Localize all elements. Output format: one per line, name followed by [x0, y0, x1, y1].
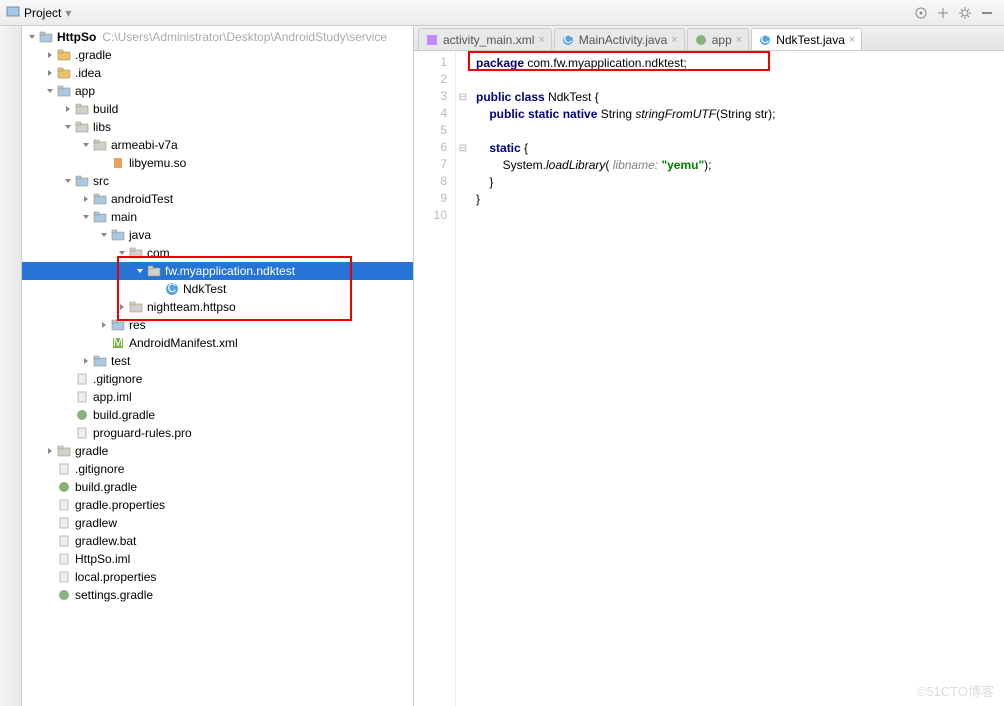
tab-label: NdkTest.java — [776, 33, 845, 47]
editor-tabs: activity_main.xml×CMainActivity.java×app… — [414, 26, 1004, 51]
tree-item[interactable]: .gradle — [22, 46, 413, 64]
fold-column: ⊟⊟ — [456, 51, 470, 706]
editor-tab[interactable]: C MainActivity.java × — [554, 28, 685, 50]
tree-item[interactable]: build.gradle — [22, 406, 413, 424]
tree-item[interactable]: main — [22, 208, 413, 226]
editor-tab[interactable]: app × — [687, 28, 749, 50]
close-icon[interactable]: × — [671, 34, 677, 46]
svg-text:C: C — [563, 34, 572, 46]
tree-item[interactable]: gradlew — [22, 514, 413, 532]
tree-item[interactable]: .gitignore — [22, 460, 413, 478]
dropdown-icon: ▾ — [65, 6, 71, 20]
project-icon — [6, 4, 20, 21]
tree-item[interactable]: fw.myapplication.ndktest — [22, 262, 413, 280]
tree-item[interactable]: CNdkTest — [22, 280, 413, 298]
tab-label: activity_main.xml — [443, 33, 534, 47]
xml-icon — [425, 33, 439, 47]
hide-icon[interactable] — [976, 2, 998, 24]
tree-item[interactable]: res — [22, 316, 413, 334]
svg-text:M: M — [113, 336, 123, 349]
project-toolbar: Project ▾ — [0, 0, 1004, 26]
tree-item[interactable]: build.gradle — [22, 478, 413, 496]
tree-item[interactable]: app — [22, 82, 413, 100]
tab-label: MainActivity.java — [579, 33, 667, 47]
gradle-icon — [694, 33, 708, 47]
tree-item[interactable]: libs — [22, 118, 413, 136]
tree-root[interactable]: HttpSoC:\Users\Administrator\Desktop\And… — [22, 28, 413, 46]
tree-item[interactable]: proguard-rules.pro — [22, 424, 413, 442]
tree-item[interactable]: armeabi-v7a — [22, 136, 413, 154]
watermark: ©51CTO博客 — [917, 681, 994, 700]
close-icon[interactable]: × — [538, 34, 544, 46]
project-tree-panel: HttpSoC:\Users\Administrator\Desktop\And… — [22, 26, 414, 706]
collapse-icon[interactable] — [932, 2, 954, 24]
tree-item[interactable]: .idea — [22, 64, 413, 82]
tree-item[interactable]: settings.gradle — [22, 586, 413, 604]
java-class-icon: C — [561, 33, 575, 47]
tab-label: app — [712, 33, 732, 47]
tree-item[interactable]: HttpSo.iml — [22, 550, 413, 568]
left-gutter-bar — [0, 26, 22, 706]
settings-icon[interactable] — [954, 2, 976, 24]
tree-item[interactable]: androidTest — [22, 190, 413, 208]
svg-text:C: C — [168, 282, 177, 295]
tree-item[interactable]: app.iml — [22, 388, 413, 406]
line-gutter: 12345678910 — [414, 51, 456, 706]
close-icon[interactable]: × — [849, 34, 855, 46]
target-icon[interactable] — [910, 2, 932, 24]
tree-item[interactable]: gradlew.bat — [22, 532, 413, 550]
project-tree[interactable]: HttpSoC:\Users\Administrator\Desktop\And… — [22, 26, 413, 606]
project-view-selector[interactable]: Project ▾ — [6, 4, 71, 21]
tree-item[interactable]: src — [22, 172, 413, 190]
tree-item[interactable]: build — [22, 100, 413, 118]
java-class-icon: C — [758, 33, 772, 47]
tree-item[interactable]: test — [22, 352, 413, 370]
editor-tab[interactable]: activity_main.xml × — [418, 28, 552, 50]
project-title: Project — [24, 6, 61, 20]
tree-item[interactable]: local.properties — [22, 568, 413, 586]
code-editor[interactable]: 12345678910 ⊟⊟ package com.fw.myapplicat… — [414, 51, 1004, 706]
tree-item[interactable]: gradle — [22, 442, 413, 460]
close-icon[interactable]: × — [736, 34, 742, 46]
tree-item[interactable]: gradle.properties — [22, 496, 413, 514]
tree-item[interactable]: .gitignore — [22, 370, 413, 388]
tree-item[interactable]: MAndroidManifest.xml — [22, 334, 413, 352]
code-area[interactable]: package com.fw.myapplication.ndktest;pub… — [470, 51, 1004, 706]
tree-item[interactable]: java — [22, 226, 413, 244]
svg-text:C: C — [761, 34, 770, 46]
tree-item[interactable]: libyemu.so — [22, 154, 413, 172]
editor-tab[interactable]: C NdkTest.java × — [751, 28, 862, 50]
tree-item[interactable]: nightteam.httpso — [22, 298, 413, 316]
tree-item[interactable]: com — [22, 244, 413, 262]
